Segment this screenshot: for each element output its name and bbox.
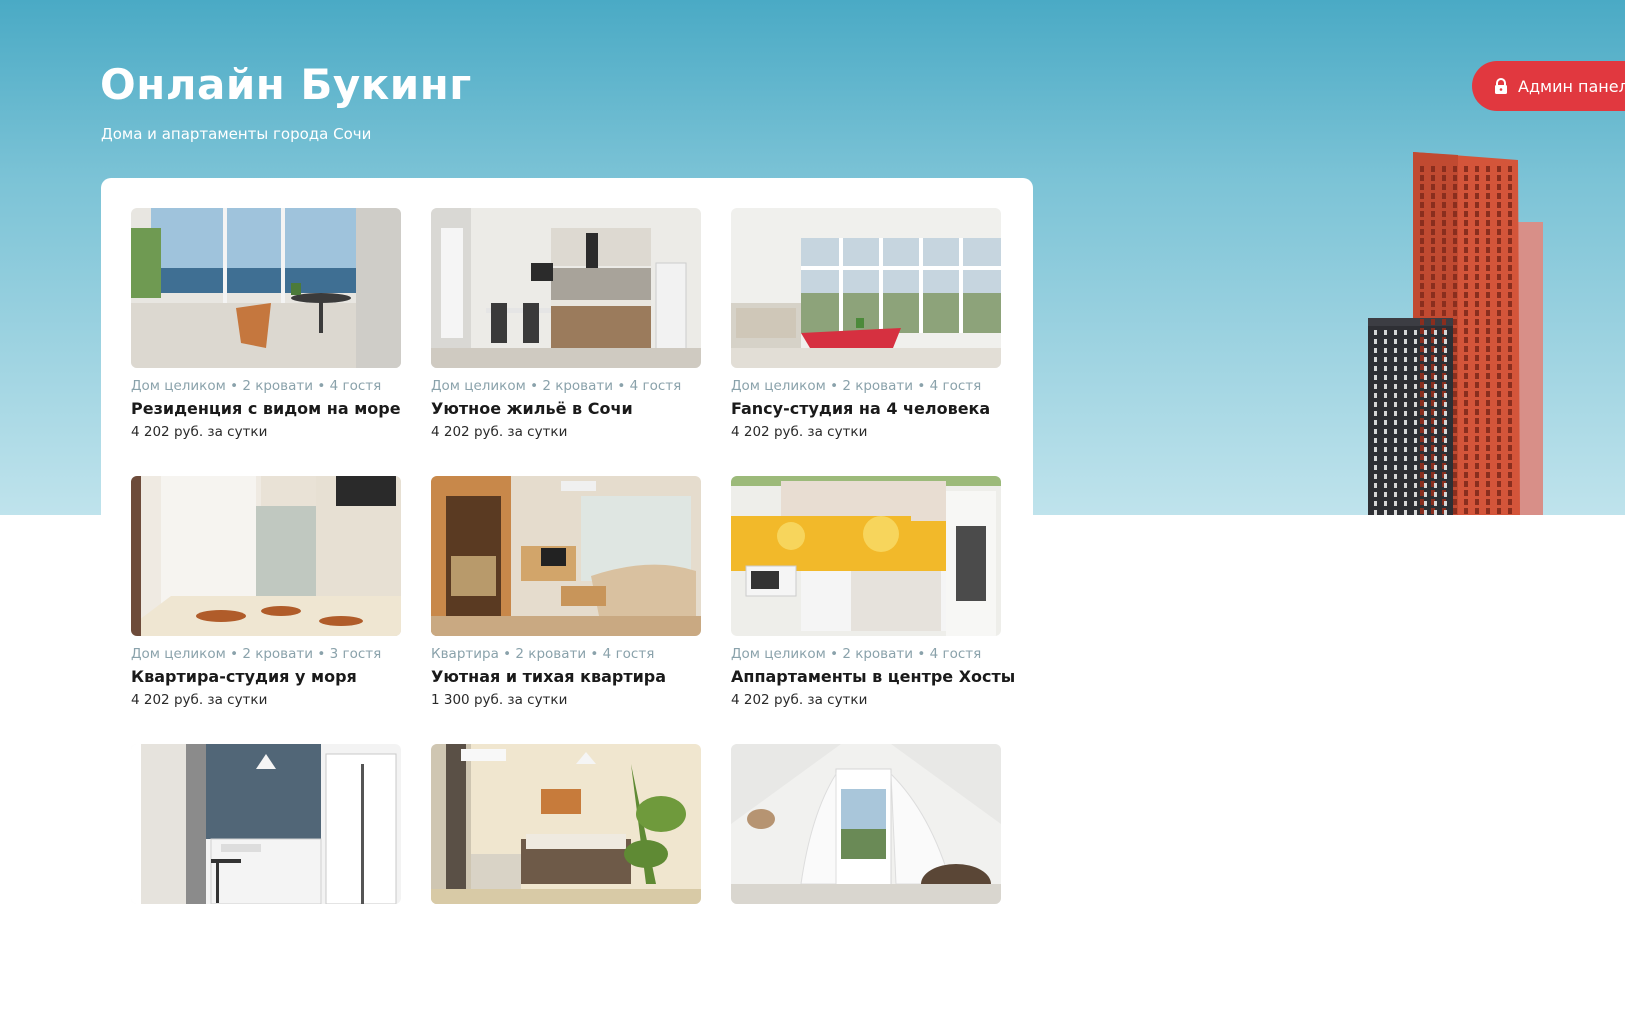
listing-title[interactable]: Уютное жильё в Сочи [431,399,701,418]
listing-photo [431,744,701,904]
listing-card[interactable]: Квартира • 2 кровати • 4 гостя Уютная и … [431,476,701,744]
listing-card[interactable] [431,744,701,1012]
building-illustration [1368,152,1543,515]
listing-photo [431,476,701,636]
page-subtitle: Дома и апартаменты города Сочи [101,125,372,143]
listing-title[interactable]: Fancy-студия на 4 человека [731,399,1001,418]
listing-title[interactable]: Аппартаменты в центре Хосты [731,667,1015,686]
listing-photo [131,476,401,636]
listing-meta: Дом целиком • 2 кровати • 4 гостя [431,378,682,394]
listing-title[interactable]: Резиденция с видом на море [131,399,401,418]
listing-card[interactable]: Дом целиком • 2 кровати • 4 гостя Аппарт… [731,476,1015,744]
listing-photo [431,208,701,368]
listing-photo [731,208,1001,368]
listings-grid: Дом целиком • 2 кровати • 4 гостя Резиде… [131,208,1015,1012]
listing-card[interactable] [731,744,1001,1012]
page-title: Онлайн Букинг [100,60,472,109]
listing-card[interactable] [131,744,401,1012]
listing-meta: Квартира • 2 кровати • 4 гостя [431,646,655,662]
listing-photo [131,208,401,368]
listings-panel: Дом целиком • 2 кровати • 4 гостя Резиде… [101,178,1033,904]
listing-card[interactable]: Дом целиком • 2 кровати • 4 гостя Fancy-… [731,208,1001,476]
lock-icon [1494,77,1508,95]
listing-card[interactable]: Дом целиком • 2 кровати • 4 гостя Уютное… [431,208,701,476]
listing-price: 1 300 руб. за сутки [431,692,568,708]
listing-price: 4 202 руб. за сутки [431,424,568,440]
listing-price: 4 202 руб. за сутки [131,692,268,708]
listing-card[interactable]: Дом целиком • 2 кровати • 3 гостя Кварти… [131,476,401,744]
listing-photo [731,476,1001,636]
listing-price: 4 202 руб. за сутки [131,424,268,440]
listing-photo [131,744,401,904]
listing-meta: Дом целиком • 2 кровати • 3 гостя [131,646,382,662]
admin-panel-label: Админ панель [1518,76,1625,96]
listing-price: 4 202 руб. за сутки [731,424,868,440]
listing-price: 4 202 руб. за сутки [731,692,868,708]
admin-panel-button[interactable]: Админ панель [1472,61,1625,111]
listing-title[interactable]: Квартира-студия у моря [131,667,401,686]
listing-meta: Дом целиком • 2 кровати • 4 гостя [731,646,982,662]
listing-meta: Дом целиком • 2 кровати • 4 гостя [131,378,382,394]
listing-meta: Дом целиком • 2 кровати • 4 гостя [731,378,982,394]
listing-title[interactable]: Уютная и тихая квартира [431,667,701,686]
listing-card[interactable]: Дом целиком • 2 кровати • 4 гостя Резиде… [131,208,401,476]
listing-photo [731,744,1001,904]
